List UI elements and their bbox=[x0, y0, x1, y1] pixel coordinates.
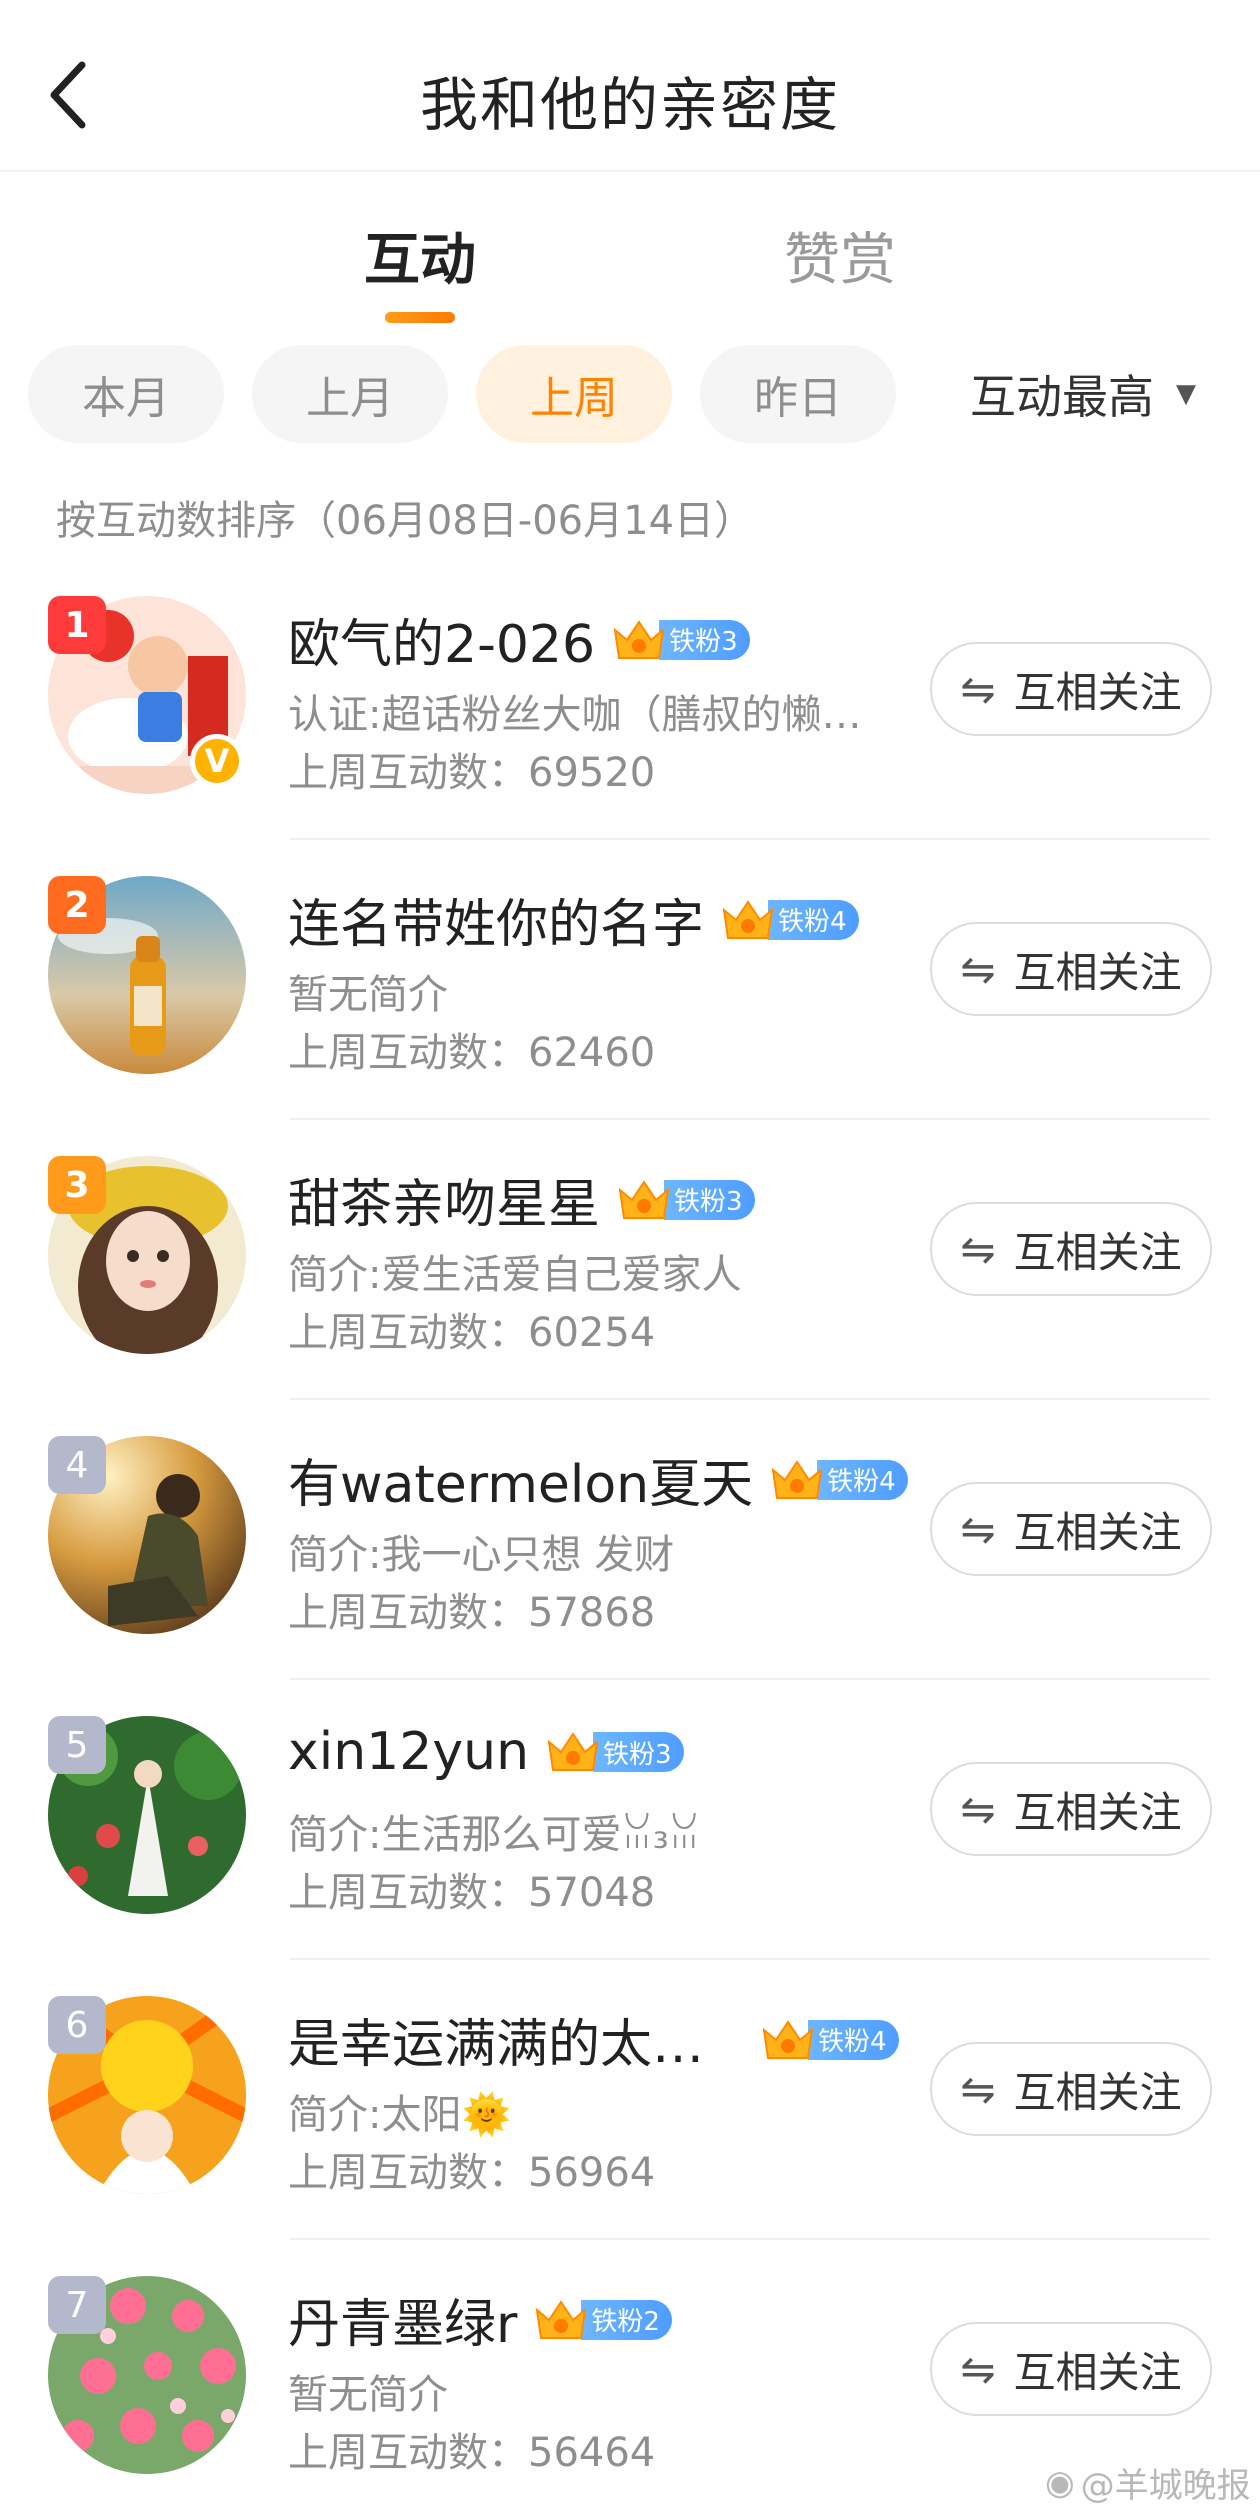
mutual-follow-icon: ⇋ bbox=[960, 944, 996, 994]
follow-label: 互相关注 bbox=[1013, 1507, 1182, 1557]
fan-badge: 铁粉3 bbox=[545, 1729, 684, 1775]
top-bar: 我和他的亲密度 bbox=[0, 0, 1260, 172]
active-tab-indicator bbox=[385, 312, 455, 323]
crown-icon bbox=[536, 2299, 587, 2339]
fan-badge: 铁粉4 bbox=[760, 2017, 899, 2063]
mutual-follow-button[interactable]: ⇋ 互相关注 bbox=[930, 2322, 1212, 2416]
filter-this-month[interactable]: 本月 bbox=[28, 345, 224, 443]
user-bio: 暂无简介 bbox=[288, 2372, 448, 2418]
sort-dropdown[interactable]: 互动最高 ▼ bbox=[970, 345, 1196, 443]
fan-level: 铁粉4 bbox=[768, 899, 859, 940]
follow-label: 互相关注 bbox=[1013, 667, 1182, 717]
mutual-follow-button[interactable]: ⇋ 互相关注 bbox=[930, 1482, 1212, 1576]
filter-yesterday[interactable]: 昨日 bbox=[700, 345, 896, 443]
user-bio: 认证:超话粉丝大咖（膳叔的懒… bbox=[288, 692, 862, 738]
fan-level: 铁粉3 bbox=[659, 619, 750, 660]
watermark-text: @羊城晚报 bbox=[1080, 2466, 1251, 2506]
crown-icon bbox=[613, 619, 665, 659]
list-item[interactable]: 1 V 欧气的2-026 铁粉3 认证:超话粉丝大咖（膳叔的懒… 上周互动数：6… bbox=[0, 560, 1260, 840]
fan-badge: 铁粉2 bbox=[533, 2297, 672, 2343]
filter-last-month[interactable]: 上月 bbox=[252, 345, 448, 443]
fan-badge: 铁粉3 bbox=[616, 1177, 755, 1223]
mutual-follow-button[interactable]: ⇋ 互相关注 bbox=[930, 2042, 1212, 2136]
rank-badge: 1 bbox=[48, 596, 106, 654]
rank-badge: 7 bbox=[48, 2276, 106, 2334]
follow-label: 互相关注 bbox=[1013, 2067, 1182, 2117]
mutual-follow-button[interactable]: ⇋ 互相关注 bbox=[930, 642, 1212, 736]
list-item[interactable]: 3 甜茶亲吻星星 铁粉3 简介:爱生活爱自己爱家人 上周互动数：60254 ⇋ … bbox=[0, 1120, 1260, 1400]
mutual-follow-icon: ⇋ bbox=[960, 1504, 996, 1554]
mutual-follow-button[interactable]: ⇋ 互相关注 bbox=[930, 922, 1212, 1016]
weibo-logo-icon: ◉ bbox=[1045, 2462, 1075, 2503]
crown-icon bbox=[618, 1179, 670, 1219]
fan-level: 铁粉4 bbox=[808, 2019, 899, 2060]
user-bio: 简介:生活那么可爱ꈍ₃ꈍ bbox=[288, 1812, 701, 1858]
rank-badge: 3 bbox=[48, 1156, 106, 1214]
fan-badge: 铁粉4 bbox=[769, 1457, 908, 1503]
interaction-count: 上周互动数：60254 bbox=[288, 1310, 656, 1356]
list-item[interactable]: 2 连名带姓你的名字 铁粉4 暂无简介 上周互动数：62460 ⇋ 互相关注 bbox=[0, 840, 1260, 1120]
follow-label: 互相关注 bbox=[1013, 1227, 1182, 1277]
tab-reward[interactable]: 赞赏 bbox=[710, 215, 970, 296]
verified-icon: V bbox=[190, 734, 244, 788]
mutual-follow-icon: ⇋ bbox=[960, 1784, 996, 1834]
user-bio: 简介:我一心只想 发财 bbox=[288, 1532, 675, 1578]
mutual-follow-icon: ⇋ bbox=[960, 664, 996, 714]
list-item[interactable]: 5 xin12yun 铁粉3 简介:生活那么可爱ꈍ₃ꈍ 上周互动数：57048 … bbox=[0, 1680, 1260, 1960]
rank-badge: 6 bbox=[48, 1996, 106, 2054]
interaction-count: 上周互动数：62460 bbox=[288, 1030, 656, 1076]
fan-badge: 铁粉4 bbox=[720, 897, 859, 943]
fan-badge: 铁粉3 bbox=[611, 617, 750, 663]
interaction-count: 上周互动数：56964 bbox=[288, 2150, 656, 2196]
mutual-follow-icon: ⇋ bbox=[960, 2064, 996, 2114]
rank-badge: 5 bbox=[48, 1716, 106, 1774]
fan-level: 铁粉2 bbox=[581, 2299, 672, 2340]
interaction-count: 上周互动数：69520 bbox=[288, 750, 656, 796]
list-item[interactable]: 4 有watermelon夏天 铁粉4 简介:我一心只想 发财 上周互动数：57… bbox=[0, 1400, 1260, 1680]
mutual-follow-icon: ⇋ bbox=[960, 2344, 996, 2394]
interaction-count: 上周互动数：56464 bbox=[288, 2430, 656, 2476]
sort-description: 按互动数排序（06月08日-06月14日） bbox=[56, 498, 755, 544]
user-bio: 暂无简介 bbox=[288, 972, 448, 1018]
mutual-follow-button[interactable]: ⇋ 互相关注 bbox=[930, 1202, 1212, 1296]
username[interactable]: 欧气的2-026 bbox=[288, 602, 595, 677]
crown-icon bbox=[771, 1459, 823, 1499]
username[interactable]: 连名带姓你的名字 bbox=[288, 882, 704, 957]
fan-level: 铁粉4 bbox=[817, 1459, 908, 1500]
watermark: ◉ @羊城晚报 bbox=[1045, 2458, 1251, 2507]
list-item[interactable]: 6 是幸运满满的太… 铁粉4 简介:太阳🌞 上周互动数：56964 ⇋ 互相关注 bbox=[0, 1960, 1260, 2240]
username[interactable]: 甜茶亲吻星星 bbox=[288, 1162, 600, 1237]
interaction-count: 上周互动数：57868 bbox=[288, 1590, 656, 1636]
follow-label: 互相关注 bbox=[1013, 1787, 1182, 1837]
username[interactable]: xin12yun bbox=[288, 1722, 529, 1782]
crown-icon bbox=[762, 2019, 814, 2059]
username[interactable]: 丹青墨绿r bbox=[288, 2282, 517, 2357]
follow-label: 互相关注 bbox=[1013, 2347, 1182, 2397]
username[interactable]: 是幸运满满的太… bbox=[288, 2002, 704, 2077]
mutual-follow-icon: ⇋ bbox=[960, 1224, 996, 1274]
sort-label: 互动最高 bbox=[970, 370, 1154, 424]
user-bio: 简介:太阳🌞 bbox=[288, 2092, 512, 2138]
caret-down-icon: ▼ bbox=[1176, 379, 1196, 409]
user-bio: 简介:爱生活爱自己爱家人 bbox=[288, 1252, 742, 1298]
page-title: 我和他的亲密度 bbox=[419, 71, 840, 139]
crown-icon bbox=[547, 1732, 599, 1771]
tab-interaction[interactable]: 互动 bbox=[290, 215, 550, 296]
interaction-count: 上周互动数：57048 bbox=[288, 1870, 656, 1916]
fan-level: 铁粉3 bbox=[664, 1179, 755, 1220]
mutual-follow-button[interactable]: ⇋ 互相关注 bbox=[930, 1762, 1212, 1856]
rank-badge: 2 bbox=[48, 876, 106, 934]
username[interactable]: 有watermelon夏天 bbox=[288, 1442, 753, 1517]
crown-icon bbox=[722, 899, 774, 939]
fan-level: 铁粉3 bbox=[593, 1732, 684, 1772]
follow-label: 互相关注 bbox=[1013, 947, 1182, 997]
rank-badge: 4 bbox=[48, 1436, 106, 1494]
filter-last-week[interactable]: 上周 bbox=[476, 345, 672, 443]
